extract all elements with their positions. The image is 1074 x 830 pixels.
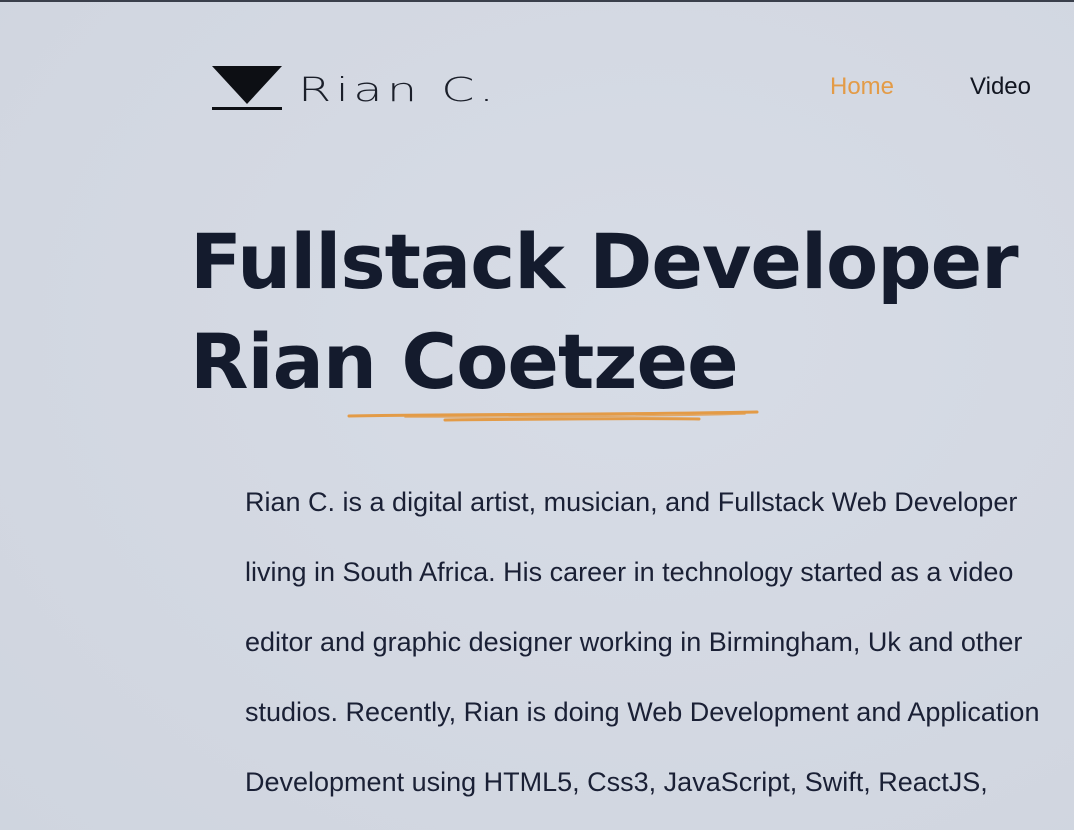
nav-video-link[interactable]: Video [970,73,1031,101]
bio-line: living in South Africa. His career in te… [245,557,1014,587]
main-nav: Home Video [830,73,1031,101]
logo[interactable]: Rian C. [212,64,494,112]
bio-line: editor and graphic designer working in B… [245,627,1023,657]
page: Rian C. Home Video Fullstack Developer R… [0,0,1074,830]
bio-line: Rian C. is a digital artist, musician, a… [245,487,1018,517]
inverted-triangle-logo-icon [212,66,282,110]
bio-paragraph: Rian C. is a digital artist, musician, a… [245,467,1074,817]
hero-heading: Fullstack Developer Rian Coetzee [190,212,1019,412]
nav-home-link[interactable]: Home [830,73,894,101]
hero-name-line: Rian Coetzee [190,317,739,406]
logo-text: Rian C. [298,69,499,109]
hero-title-line: Fullstack Developer [190,217,1019,306]
brush-underline-decoration [347,410,759,422]
bio-line: studios. Recently, Rian is doing Web Dev… [245,697,1040,727]
bio-line: Development using HTML5, Css3, JavaScrip… [245,767,988,797]
